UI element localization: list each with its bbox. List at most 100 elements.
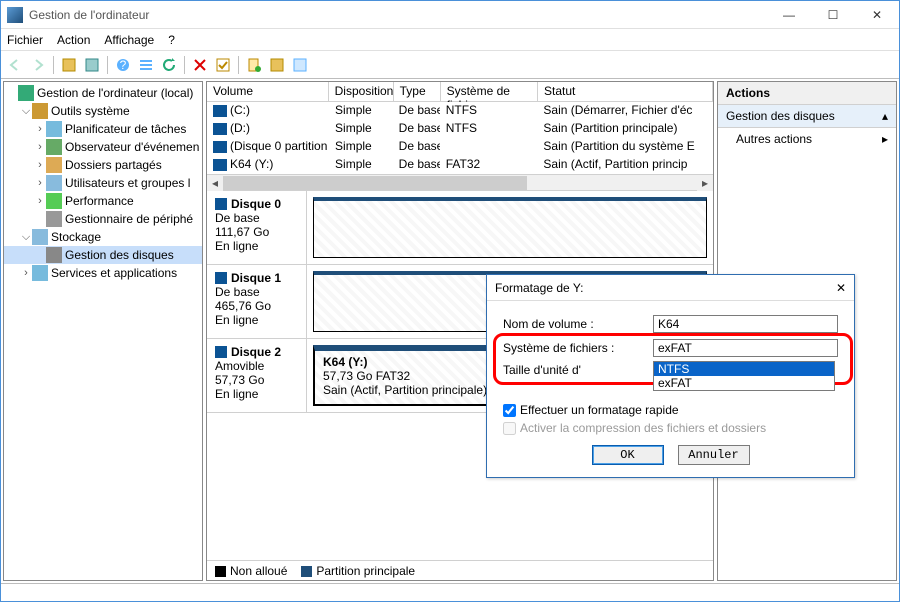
expand-icon[interactable]: › [34,159,46,171]
tree-item-8[interactable]: ⌵ Stockage [4,228,202,246]
toolbar-view1[interactable] [59,55,79,75]
column-header[interactable]: Disposition [329,82,394,101]
toolbar-detail[interactable] [290,55,310,75]
toolbar-delete[interactable] [190,55,210,75]
swatch-icon [301,566,312,577]
tree-item-3[interactable]: ›Observateur d'événemen [4,138,202,156]
actions-more[interactable]: Autres actions ▸ [718,128,896,150]
actions-group-label: Gestion des disques [726,109,835,123]
tree-item-0[interactable]: Gestion de l'ordinateur (local) [4,84,202,102]
center-pane: VolumeDispositionTypeSystème de fichiers… [206,81,714,581]
legend: Non allouéPartition principale [207,560,713,580]
dialog-body: Nom de volume : Système de fichiers : Ta… [487,301,854,477]
compression-label: Activer la compression des fichiers et d… [520,421,766,435]
toolbar-help[interactable]: ? [113,55,133,75]
tree-item-6[interactable]: › Performance [4,192,202,210]
actions-group[interactable]: Gestion des disques ▴ [718,105,896,128]
toolbar-check[interactable] [213,55,233,75]
app-icon [7,7,23,23]
filesystem-select[interactable] [653,339,838,357]
expand-icon[interactable]: › [34,177,46,189]
toolbar-properties[interactable] [267,55,287,75]
volume-row[interactable]: (D:)SimpleDe baseNTFSSain (Partition pri… [207,120,713,138]
minimize-button[interactable]: — [767,1,811,29]
tree-item-2[interactable]: › Planificateur de tâches [4,120,202,138]
legend-item: Non alloué [215,564,287,578]
toolbar-refresh[interactable] [159,55,179,75]
scroll-thumb[interactable] [223,176,527,190]
services-icon [32,265,48,281]
tree-item-9[interactable]: Gestion des disques [4,246,202,264]
disk-icon [215,346,227,358]
toolbar-list[interactable] [136,55,156,75]
volume-name-input[interactable] [653,315,838,333]
storage-icon [32,229,48,245]
volume-row[interactable]: K64 (Y:)SimpleDe baseFAT32Sain (Actif, P… [207,156,713,174]
horizontal-scrollbar[interactable]: ◂ ▸ [207,174,713,190]
toolbar-newfile[interactable] [244,55,264,75]
nav-tree[interactable]: Gestion de l'ordinateur (local) ⌵Outils s… [3,81,203,581]
dialog-close-icon[interactable]: ✕ [836,281,846,295]
app-window: Gestion de l'ordinateur — ☐ ✕ Fichier Ac… [0,0,900,602]
volume-name-label: Nom de volume : [503,317,653,331]
expand-icon[interactable]: › [34,195,46,207]
tree-item-5[interactable]: ›Utilisateurs et groupes l [4,174,202,192]
filesystem-dropdown[interactable]: NTFS exFAT [653,361,835,391]
computer-icon [18,85,34,101]
tree-label: Performance [65,194,134,208]
menu-affichage[interactable]: Affichage [104,33,154,47]
expand-icon[interactable]: ⌵ [20,105,32,118]
scroll-right-arrow[interactable]: ▸ [697,175,713,191]
partition-box[interactable] [313,197,707,258]
allocation-label: Taille d'unité d' [503,363,653,377]
volume-list[interactable]: (C:)SimpleDe baseNTFSSain (Démarrer, Fic… [207,102,713,174]
separator [53,56,54,74]
back-button [5,55,25,75]
tree-label: Gestion de l'ordinateur (local) [37,86,193,100]
tree-item-10[interactable]: › Services et applications [4,264,202,282]
expand-icon[interactable]: › [20,267,32,279]
cancel-button[interactable]: Annuler [678,445,750,465]
disk-label: Disque 1 De base465,76 GoEn ligne [207,265,307,338]
titlebar: Gestion de l'ordinateur — ☐ ✕ [1,1,899,29]
tree-item-7[interactable]: Gestionnaire de périphé [4,210,202,228]
tree-label: Planificateur de tâches [65,122,186,136]
ok-button[interactable]: OK [592,445,664,465]
quick-format-checkbox[interactable]: Effectuer un formatage rapide [503,403,838,417]
close-button[interactable]: ✕ [855,1,899,29]
separator [184,56,185,74]
maximize-button[interactable]: ☐ [811,1,855,29]
tree-item-4[interactable]: ›Dossiers partagés [4,156,202,174]
column-header[interactable]: Type [394,82,441,101]
menu-action[interactable]: Action [57,33,90,47]
collapse-icon[interactable]: ▴ [882,109,888,123]
volume-row[interactable]: (Disque 0 partition 1)SimpleDe baseSain … [207,138,713,156]
expand-icon[interactable]: › [34,141,46,153]
expand-icon[interactable]: › [34,123,46,135]
volume-row[interactable]: (C:)SimpleDe baseNTFSSain (Démarrer, Fic… [207,102,713,120]
expand-icon[interactable]: ⌵ [20,231,32,244]
window-controls: — ☐ ✕ [767,1,899,29]
tree-item-1[interactable]: ⌵Outils système [4,102,202,120]
dropdown-option-exfat[interactable]: exFAT [654,376,834,390]
menu-fichier[interactable]: Fichier [7,33,43,47]
filesystem-label: Système de fichiers : [503,341,653,355]
quick-format-label: Effectuer un formatage rapide [520,403,679,417]
tree-label: Stockage [51,230,101,244]
volume-header: VolumeDispositionTypeSystème de fichiers… [207,82,713,102]
clock-icon [46,121,62,137]
menu-help[interactable]: ? [168,33,175,47]
column-header[interactable]: Volume [207,82,329,101]
column-header[interactable]: Statut [538,82,713,101]
column-header[interactable]: Système de fichiers [441,82,538,101]
disk-icon [213,141,227,153]
toolbar-view2[interactable] [82,55,102,75]
scroll-left-arrow[interactable]: ◂ [207,175,223,191]
disk-icon [213,105,227,117]
quick-format-input[interactable] [503,404,516,417]
dropdown-option-ntfs[interactable]: NTFS [654,362,834,376]
menubar: Fichier Action Affichage ? [1,29,899,51]
tree-label: Services et applications [51,266,177,280]
disk-row: Disque 0 De base111,67 GoEn ligne [207,191,713,265]
separator [107,56,108,74]
